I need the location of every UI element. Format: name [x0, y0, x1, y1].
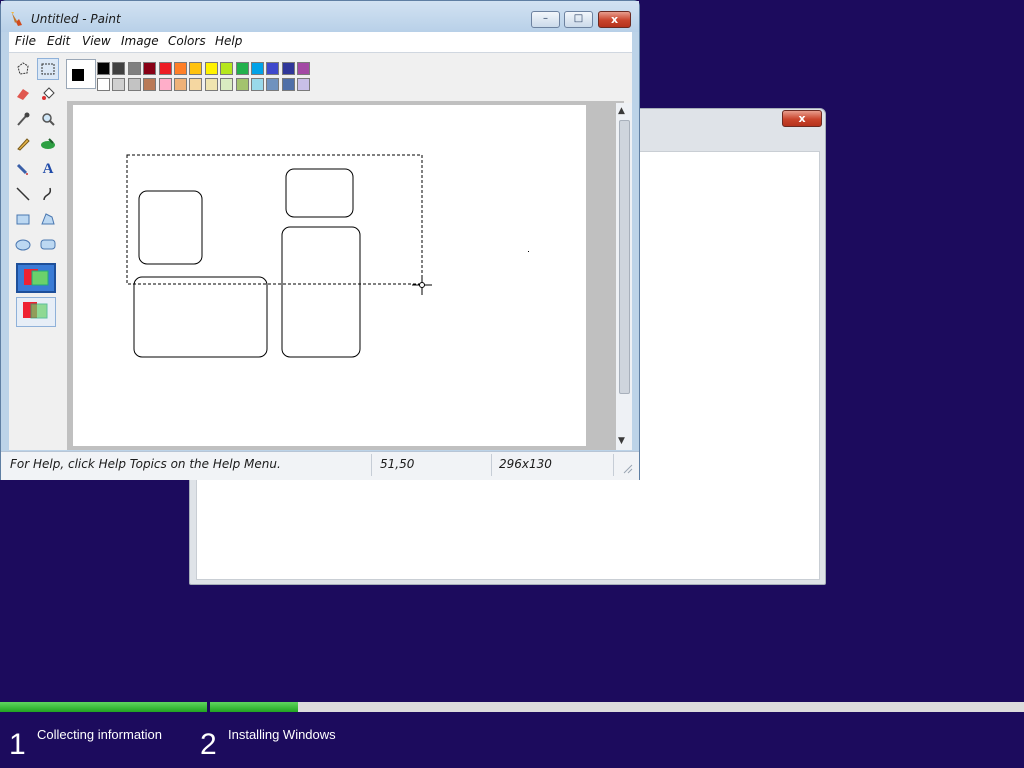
window-title: Untitled - Paint [31, 12, 121, 26]
status-selection-size: 296x130 [499, 457, 552, 471]
palette-swatch[interactable] [112, 78, 126, 91]
palette-swatch[interactable] [266, 78, 280, 91]
menu-colors[interactable]: Colors [168, 34, 206, 48]
palette-swatch[interactable] [281, 78, 295, 91]
step2-label: Installing Windows [228, 727, 336, 742]
scroll-up-icon[interactable]: ▲ [618, 106, 625, 116]
rectangle-icon[interactable] [12, 208, 34, 230]
palette-swatch[interactable] [174, 62, 187, 75]
line-icon[interactable] [12, 183, 34, 205]
menu-file[interactable]: File [15, 34, 36, 48]
palette-swatch[interactable] [112, 62, 126, 75]
selection-marquee [126, 154, 423, 285]
palette-swatch[interactable] [97, 78, 110, 91]
scroll-down-icon[interactable]: ▼ [618, 436, 625, 446]
free-form-select-icon[interactable] [12, 58, 34, 80]
palette-swatch[interactable] [251, 78, 264, 91]
menu-help[interactable]: Help [215, 34, 242, 48]
vertical-scrollbar[interactable]: ▲ ▼ [616, 103, 632, 450]
title-bar[interactable]: Untitled - Paint – □ x [1, 1, 639, 32]
airbrush-icon[interactable] [12, 158, 34, 180]
palette-swatch[interactable] [235, 62, 249, 75]
setup-close-button[interactable]: x [782, 110, 822, 127]
status-separator [613, 454, 614, 476]
canvas-drawing [126, 154, 529, 358]
palette-swatch[interactable] [158, 62, 172, 75]
palette-swatch[interactable] [174, 78, 187, 91]
palette-swatch[interactable] [189, 62, 203, 75]
step2-progress-fill [210, 702, 298, 712]
palette-swatch[interactable] [127, 78, 141, 91]
brush-icon[interactable] [37, 133, 59, 155]
close-button[interactable]: x [598, 11, 631, 28]
palette-swatch[interactable] [266, 62, 280, 75]
palette-swatch[interactable] [158, 78, 172, 91]
rounded-rectangle-icon[interactable] [37, 233, 59, 255]
fill-bucket-icon[interactable] [37, 83, 59, 105]
menu-edit[interactable]: Edit [47, 34, 70, 48]
eraser-icon[interactable] [12, 83, 34, 105]
palette-swatch[interactable] [297, 78, 311, 91]
curve-icon[interactable] [37, 183, 59, 205]
text-icon[interactable]: A [37, 158, 59, 180]
foreground-color [71, 68, 85, 82]
paint-window: Untitled - Paint – □ x File Edit View Im… [0, 0, 640, 480]
menu-image[interactable]: Image [121, 34, 159, 48]
pencil-icon[interactable] [12, 133, 34, 155]
polygon-icon[interactable] [37, 208, 59, 230]
palette-swatch[interactable] [281, 62, 295, 75]
minimize-button[interactable]: – [531, 11, 560, 28]
ellipse-icon[interactable] [12, 233, 34, 255]
status-separator [371, 454, 372, 476]
palette-swatch[interactable] [220, 62, 234, 75]
color-picker-icon[interactable] [12, 108, 34, 130]
step1-progress-fill [0, 702, 207, 712]
step2-number: 2 [200, 728, 217, 761]
opaque-selection-option[interactable] [16, 263, 56, 293]
resize-grip-icon[interactable] [621, 462, 633, 474]
scroll-thumb[interactable] [619, 120, 630, 394]
step1-number: 1 [9, 728, 26, 761]
drawing-canvas[interactable] [73, 105, 586, 446]
rectangle-select-icon[interactable] [37, 58, 59, 80]
maximize-button[interactable]: □ [564, 11, 593, 28]
progress-divider [207, 702, 210, 712]
canvas-area [67, 101, 624, 450]
status-separator [491, 454, 492, 476]
palette-swatch[interactable] [143, 62, 157, 75]
paint-app-icon [11, 12, 22, 26]
palette-swatch[interactable] [97, 62, 110, 75]
palette-swatch[interactable] [235, 78, 249, 91]
palette-swatch[interactable] [143, 78, 157, 91]
menu-bar: File Edit View Image Colors Help [9, 32, 632, 53]
palette-swatch[interactable] [204, 78, 218, 91]
palette-swatch[interactable] [297, 62, 311, 75]
palette-swatch[interactable] [189, 78, 203, 91]
palette-swatch[interactable] [204, 62, 218, 75]
status-cursor-position: 51,50 [380, 457, 415, 471]
status-help-text: For Help, click Help Topics on the Help … [10, 457, 281, 471]
paint-body: A ▲ ▼ [9, 53, 632, 450]
menu-view[interactable]: View [82, 34, 111, 48]
transparent-selection-option[interactable] [16, 297, 56, 327]
crosshair-cursor [412, 275, 432, 295]
palette-swatch[interactable] [251, 62, 264, 75]
magnifier-icon[interactable] [37, 108, 59, 130]
current-colors[interactable] [66, 59, 96, 89]
status-bar: For Help, click Help Topics on the Help … [1, 451, 639, 480]
palette-swatch[interactable] [220, 78, 234, 91]
palette-swatch[interactable] [127, 62, 141, 75]
step1-label: Collecting information [37, 727, 163, 742]
